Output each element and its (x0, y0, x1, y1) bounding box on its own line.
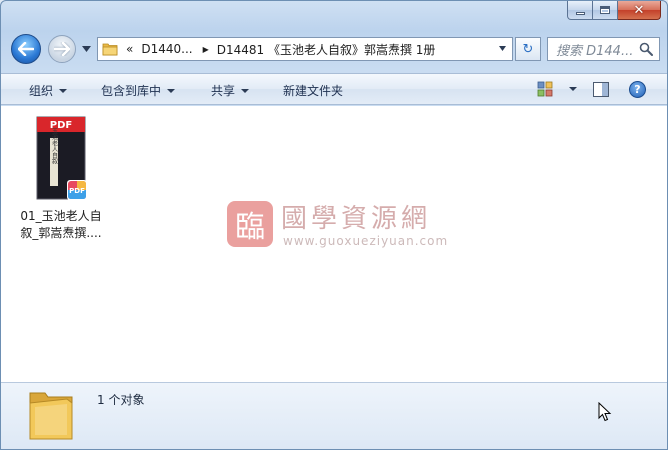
address-history-dropdown-icon[interactable] (499, 46, 506, 52)
organize-menu[interactable]: 组织 (29, 82, 68, 99)
minimize-icon (575, 11, 585, 15)
share-menu[interactable]: 共享 (211, 82, 250, 99)
mouse-pointer-icon (598, 402, 612, 422)
close-button[interactable]: ✕ (618, 1, 661, 20)
cover-title: 玉池老人自叙 (51, 128, 58, 165)
change-view-icon[interactable] (537, 81, 553, 97)
explorer-window: ✕ « D1440... ▶ D14481 《玉池老人自叙》郭嵩焘撰 1册 ↻ … (0, 0, 668, 450)
watermark-url: www.guoxueziyuan.com (283, 234, 449, 248)
watermark-seal: 臨 (227, 201, 273, 247)
back-arrow-icon (18, 42, 34, 56)
share-label: 共享 (211, 84, 236, 98)
address-bar[interactable]: « D1440... ▶ D14481 《玉池老人自叙》郭嵩焘撰 1册 (97, 37, 513, 61)
breadcrumb-separator-icon[interactable]: ▶ (203, 45, 209, 54)
maximize-button[interactable] (593, 1, 618, 20)
include-in-library-menu[interactable]: 包含到库中 (101, 82, 176, 99)
chevron-down-icon (59, 88, 68, 93)
maximize-icon (600, 6, 610, 14)
details-pane: 1 个对象 (1, 382, 667, 449)
watermark-title: 國學資源網 (281, 204, 432, 234)
view-options-dropdown-icon[interactable] (569, 87, 577, 91)
pdf-file-thumbnail-icon: PDF 玉池老人自叙 PDF (36, 116, 87, 200)
refresh-button[interactable]: ↻ (515, 37, 541, 61)
recent-pages-dropdown-icon[interactable] (82, 45, 91, 53)
file-name-label[interactable]: 01_玉池老人自叙_郭嵩焘撰.... (15, 208, 107, 242)
file-list-area[interactable]: PDF 玉池老人自叙 PDF 01_玉池老人自叙_郭嵩焘撰.... 臨 國學資源… (1, 106, 667, 382)
item-count-text: 1 个对象 (97, 393, 145, 407)
new-folder-label: 新建文件夹 (283, 84, 344, 98)
folder-icon (102, 43, 118, 56)
forward-button[interactable] (48, 35, 76, 63)
caption-buttons: ✕ (567, 1, 661, 21)
preview-pane-icon[interactable] (593, 82, 609, 97)
new-folder-button[interactable]: 新建文件夹 (283, 82, 343, 99)
command-bar: 组织 包含到库中 共享 新建文件夹 ? (1, 73, 667, 105)
chevron-down-icon (167, 88, 176, 93)
address-overflow-chevron[interactable]: « (126, 42, 133, 56)
organize-label: 组织 (29, 84, 54, 98)
refresh-icon: ↻ (522, 41, 534, 57)
breadcrumb-current[interactable]: D14481 《玉池老人自叙》郭嵩焘撰 1册 (217, 41, 436, 58)
forward-arrow-icon (54, 42, 70, 56)
watermark-logo: 臨 國學資源網 www.guoxueziyuan.com (227, 198, 447, 260)
search-box[interactable]: 搜索 D144... (547, 37, 660, 61)
file-item[interactable]: PDF 玉池老人自叙 PDF 01_玉池老人自叙_郭嵩焘撰.... (15, 112, 107, 244)
close-icon: ✕ (633, 2, 645, 18)
search-input[interactable]: 搜索 D144... (556, 40, 636, 59)
back-button[interactable] (11, 34, 41, 64)
navigation-bar: « D1440... ▶ D14481 《玉池老人自叙》郭嵩焘撰 1册 ↻ 搜索… (1, 31, 667, 67)
include-in-library-label: 包含到库中 (101, 84, 162, 98)
breadcrumb-parent[interactable]: D1440... (141, 42, 192, 56)
pdf-badge-label: PDF (69, 187, 85, 195)
chevron-down-icon (241, 88, 250, 93)
help-icon[interactable]: ? (629, 81, 646, 98)
search-icon[interactable] (639, 42, 653, 56)
large-folder-icon (29, 392, 73, 440)
minimize-button[interactable] (567, 1, 593, 20)
